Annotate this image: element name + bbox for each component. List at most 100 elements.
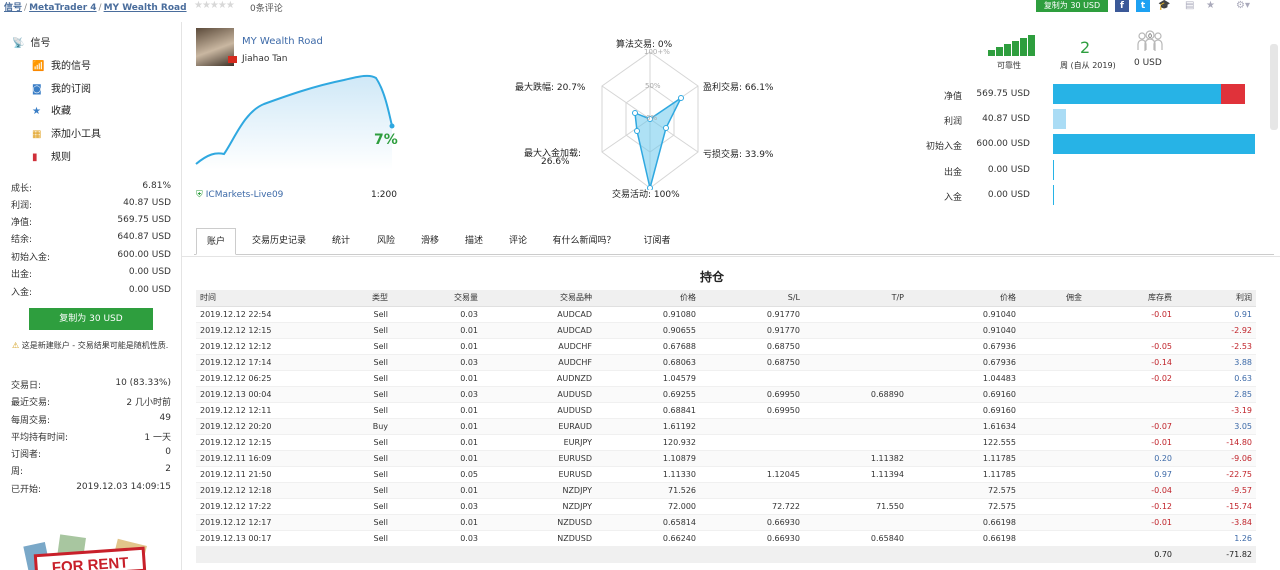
tab-slippage[interactable]: 滑移 [412,228,448,255]
stat-value: 49 [159,413,171,423]
col-price[interactable]: 价格 [596,290,700,307]
subscribers-icon-count: 0 [1148,33,1152,40]
positions-table: 时间 类型 交易量 交易品种 价格 S/L T/P 价格 佣金 库存费 利润 2… [196,290,1256,563]
radar-point-drawdown [632,110,638,116]
col-swap[interactable]: 库存费 [1086,290,1176,307]
gear-icon[interactable]: ⚙▾ [1236,0,1250,12]
stat-label: 结余: [11,235,33,245]
tab-subscribers[interactable]: 订阅者 [632,228,682,255]
table-row: 2019.12.12 22:54 Sell 0.03 AUDCAD 0.91080 0.9… [196,306,1256,323]
rating-stars[interactable]: ★★★★★ [194,0,235,11]
cell-tp [804,306,908,323]
cell-volume: 0.03 [392,306,482,323]
cell-profit: -9.57 [1176,482,1256,499]
total-cell: 0.70 [1086,546,1176,563]
cell-price: 0.66240 [596,530,700,547]
cell-symbol: AUDUSD [482,402,596,419]
facebook-icon[interactable]: f [1115,0,1129,12]
tab-statistics[interactable]: 统计 [322,228,360,255]
for-rent-ad-image[interactable]: FOR RENT [18,532,158,570]
col-profit[interactable]: 利润 [1176,290,1256,307]
cell-sl [700,370,804,387]
table-row: 2019.12.12 12:11 Sell 0.01 AUDUSD 0.68841 0.6… [196,402,1256,419]
tab-news[interactable]: 有什么新闻吗？ [546,228,622,255]
tab-account[interactable]: 账户 [196,228,236,255]
copy-signal-button[interactable]: 复制为 30 USD [29,308,153,330]
col-tp[interactable]: T/P [804,290,908,307]
balance-label-profit: 利润 [943,117,962,127]
balance-label-equity: 净值 [943,92,962,102]
balance-label-withdrawals: 出金 [943,168,962,178]
sidebar-item-label: 添加小工具 [51,129,101,140]
cell-sl: 0.91770 [700,322,804,339]
breadcrumb-signal[interactable]: MY Wealth Road [104,3,187,13]
cell-swap: -0.04 [1086,482,1176,499]
col-type[interactable]: 类型 [296,290,392,307]
radar-scale-50: 50% [645,82,661,90]
stat-latest-trade: 最近交易: 2 几小时前 [11,395,171,408]
table-total-row: 0.70 -71.82 [196,546,1256,563]
col-symbol[interactable]: 交易品种 [482,290,596,307]
col-commission[interactable]: 佣金 [1020,290,1086,307]
sidebar-item-widgets[interactable]: ▦ 添加小工具 [32,125,101,140]
cell-profit: 0.91 [1176,306,1256,323]
stat-label: 周: [11,467,24,477]
cell-tp [804,482,908,499]
stat-value: 40.87 USD [123,198,171,208]
cell-swap [1086,322,1176,339]
cell-price: 0.91080 [596,306,700,323]
favorite-star-icon[interactable]: ★ [1206,0,1215,12]
cell-type: Sell [296,354,392,371]
sidebar-item-subscriptions[interactable]: ◙ 我的订阅 [32,80,91,95]
reviews-link[interactable]: 0条评论 [250,1,283,14]
col-time[interactable]: 时间 [196,290,296,307]
stat-value: 0 [165,447,171,457]
cell-tp [804,402,908,419]
drawdown-bar [1221,84,1245,104]
cell-time: 2019.12.12 17:22 [196,498,296,515]
table-row: 2019.12.13 00:04 Sell 0.03 AUDUSD 0.69255 0.6… [196,386,1256,403]
graduation-cap-icon[interactable]: 🎓 [1158,0,1170,12]
cell-profit: -2.92 [1176,322,1256,339]
breadcrumb-signals[interactable]: 信号 [4,3,22,13]
author-name[interactable]: Jiahao Tan [242,54,287,64]
verified-shield-icon: ⛨ [196,190,203,200]
scrollbar[interactable] [1270,44,1278,130]
cell-profit: -14.80 [1176,434,1256,451]
cell-price: 0.69255 [596,386,700,403]
broker-server[interactable]: ⛨ ICMarkets-Live09 [196,190,283,200]
stat-label: 成长: [11,184,33,194]
table-row: 2019.12.11 16:09 Sell 0.01 EURUSD 1.10879 1.1… [196,450,1256,467]
col-current-price[interactable]: 价格 [908,290,1020,307]
twitter-icon[interactable]: t [1136,0,1150,12]
col-sl[interactable]: S/L [700,290,804,307]
tab-reviews[interactable]: 评论 [500,228,536,255]
col-volume[interactable]: 交易量 [392,290,482,307]
tab-description[interactable]: 描述 [456,228,492,255]
cell-tp: 0.65840 [804,530,908,547]
stat-value: 0.00 USD [128,285,171,295]
new-account-warning: ⚠ 这是新建账户 - 交易结果可能是随机性质. [12,340,172,351]
database-icon[interactable]: ▤ [1185,0,1194,12]
sparkline-area [196,75,392,170]
cell-tp: 1.11382 [804,450,908,467]
tab-trading-history[interactable]: 交易历史记录 [244,228,314,255]
cell-type: Sell [296,450,392,467]
signal-name[interactable]: MY Wealth Road [242,36,323,47]
breadcrumb-mt4[interactable]: MetaTrader 4 [29,3,96,13]
cell-profit: 3.88 [1176,354,1256,371]
copy-signal-button-top[interactable]: 复制为 30 USD [1036,0,1108,12]
tab-risks[interactable]: 风险 [368,228,404,255]
cell-type: Sell [296,402,392,419]
breadcrumb-sep: / [24,3,28,13]
cell-current-price: 0.91040 [908,322,1020,339]
sidebar-item-rules[interactable]: ▮ 规则 [32,148,71,163]
sidebar-item-my-signals[interactable]: 📶 我的信号 [32,57,91,72]
table-row: 2019.12.12 12:12 Sell 0.01 AUDCHF 0.67688 0.6… [196,338,1256,355]
sidebar-item-label: 规则 [51,152,71,163]
balance-value-profit: 40.87 USD [982,114,1030,124]
sidebar-header[interactable]: 📡 信号 [12,34,50,49]
cell-price: 1.11330 [596,466,700,483]
cell-time: 2019.12.12 22:54 [196,306,296,323]
sidebar-item-favorites[interactable]: ★ 收藏 [32,102,71,117]
